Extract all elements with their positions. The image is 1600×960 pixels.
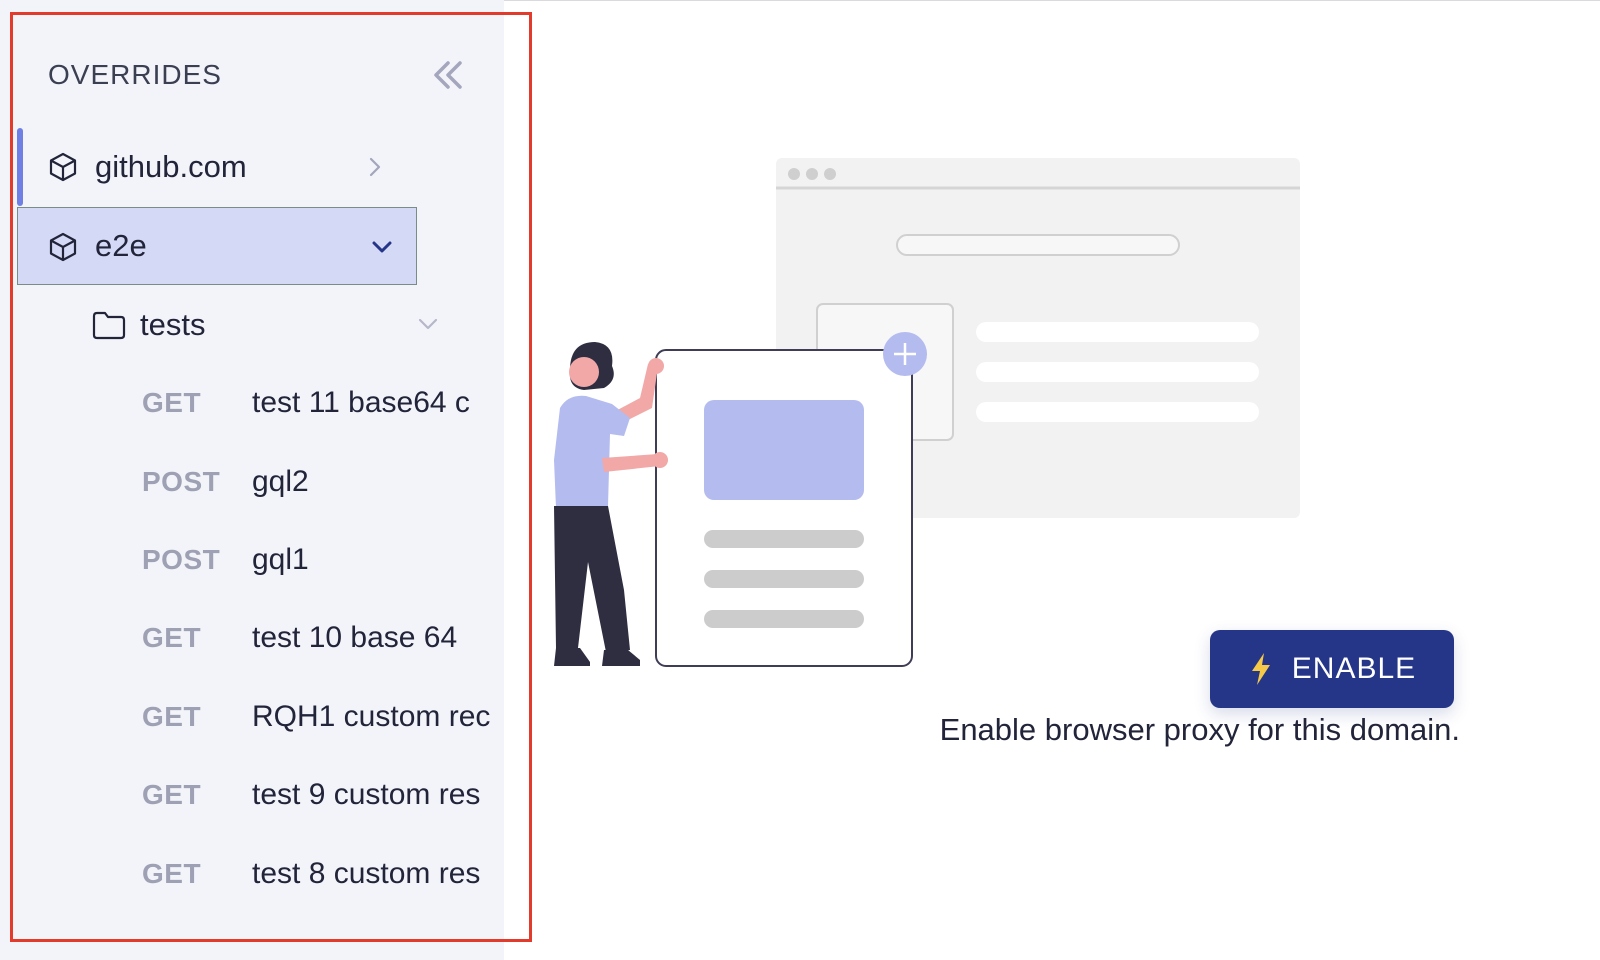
request-name: test 11 base64 c [252, 386, 470, 419]
domain-label: e2e [95, 228, 147, 263]
sidebar-title: OVERRIDES [48, 59, 222, 90]
chevron-right-icon [369, 157, 381, 177]
request-name: RQH1 custom rec [252, 700, 491, 733]
request-method: POST [142, 466, 221, 497]
request-method: GET [142, 779, 202, 810]
request-method: GET [142, 701, 202, 732]
enable-proxy-button[interactable]: ENABLE [1210, 630, 1454, 708]
collapse-sidebar-button[interactable] [428, 55, 468, 95]
request-name: test 8 custom res [252, 857, 481, 890]
folder-label: tests [140, 307, 206, 342]
active-indicator [17, 128, 23, 206]
request-item[interactable]: POST gql2 [142, 452, 502, 512]
request-name: gql1 [252, 543, 309, 576]
request-item[interactable]: GET test 10 base 64 [142, 608, 502, 668]
request-method: GET [142, 387, 202, 418]
bolt-icon [1251, 653, 1270, 685]
domain-item-github[interactable]: github.com [17, 128, 417, 206]
folder-icon [92, 311, 126, 340]
overrides-sidebar: OVERRIDES github.com e2e tests GET test … [0, 0, 504, 960]
empty-state-illustration [554, 158, 1300, 667]
sidebar-header: OVERRIDES [48, 55, 468, 95]
chevron-down-icon [372, 241, 392, 253]
request-method: POST [142, 544, 221, 575]
cube-icon [49, 232, 77, 262]
request-item[interactable]: GET test 11 base64 c [142, 373, 502, 433]
request-item[interactable]: POST gql1 [142, 530, 502, 590]
request-name: test 10 base 64 [252, 621, 458, 654]
request-item[interactable]: GET test 8 custom res [142, 844, 502, 904]
request-method: GET [142, 858, 202, 889]
folder-item-tests[interactable]: tests [92, 300, 442, 350]
enable-proxy-caption: Enable browser proxy for this domain. [939, 712, 1460, 747]
enable-button-label: ENABLE [1291, 652, 1417, 685]
domain-item-e2e[interactable]: e2e [17, 207, 417, 285]
chevron-down-icon [418, 318, 438, 330]
cube-icon [49, 152, 77, 182]
request-name: gql2 [252, 465, 309, 498]
domain-label: github.com [95, 149, 247, 184]
chevrons-left-icon [434, 61, 462, 89]
request-item[interactable]: GET test 9 custom res [142, 765, 502, 825]
request-name: test 9 custom res [252, 778, 481, 811]
request-method: GET [142, 622, 202, 653]
request-item[interactable]: GET RQH1 custom rec [142, 687, 502, 747]
